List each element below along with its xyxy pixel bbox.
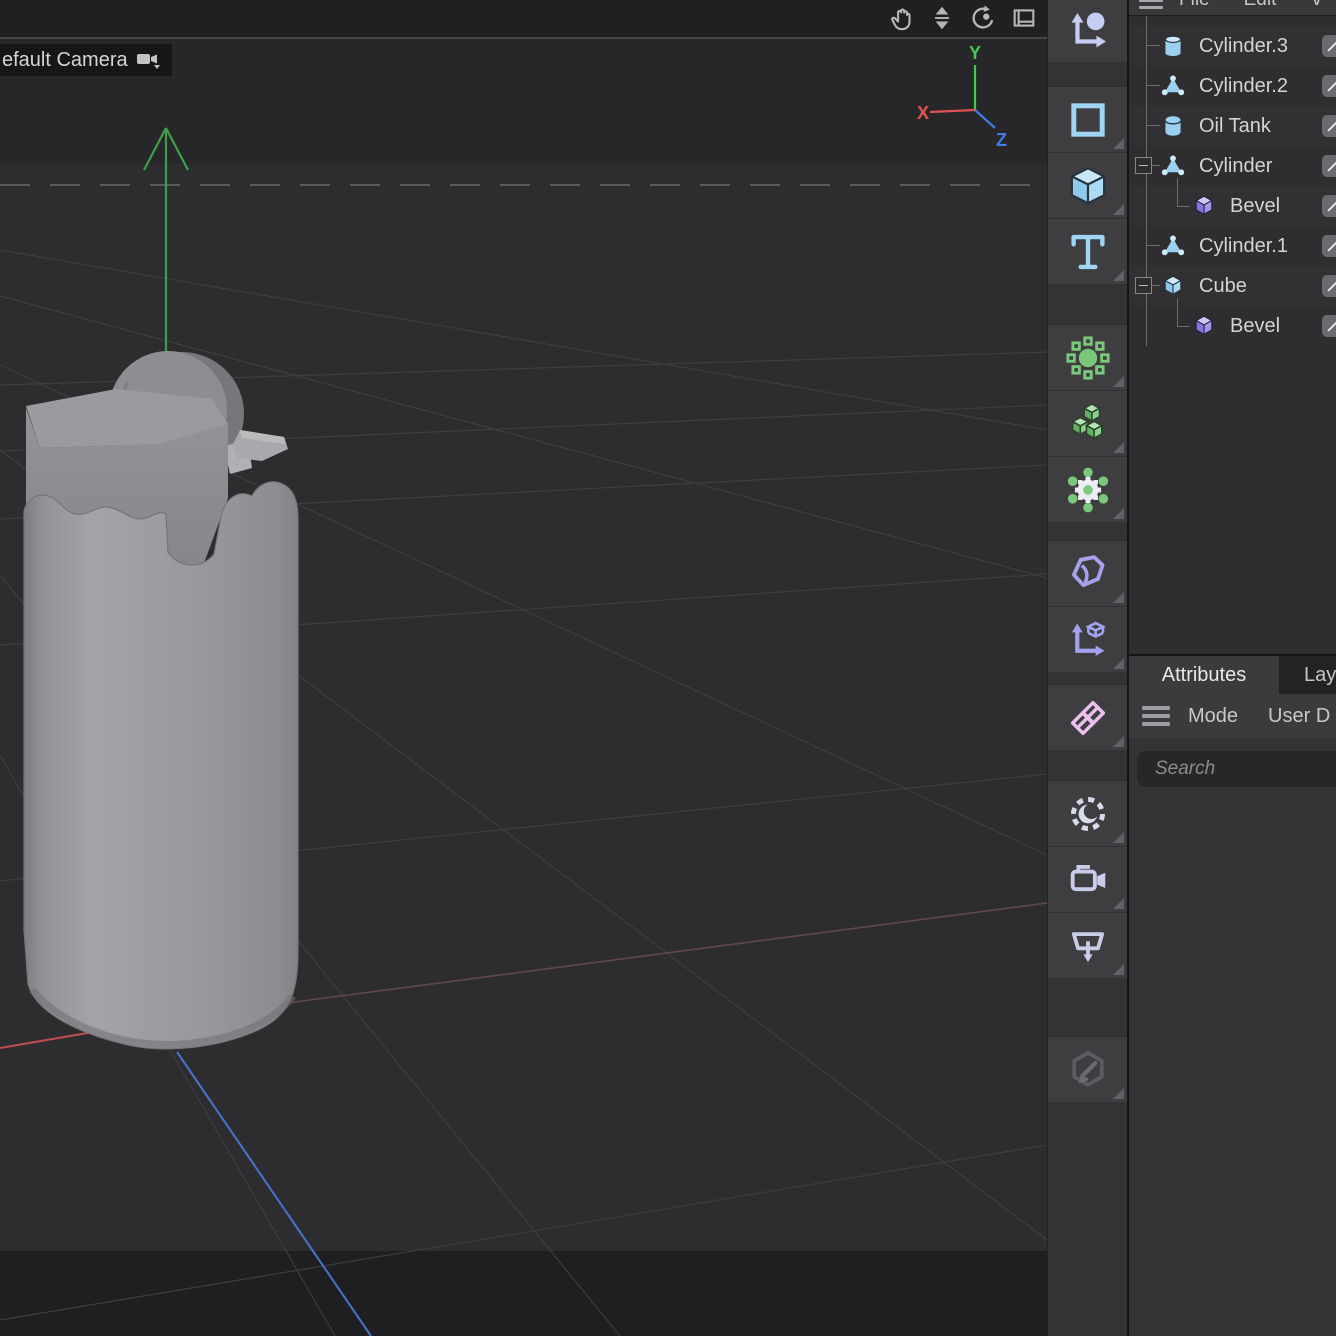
camera-label-text: efault Camera: [2, 49, 128, 72]
move-tool[interactable]: [1048, 0, 1127, 62]
axis-modify-icon: [1065, 617, 1111, 663]
search-input[interactable]: [1137, 751, 1336, 787]
polygon-object-icon: [1160, 73, 1186, 105]
light-object-tool[interactable]: [1048, 780, 1127, 846]
attributes-tab-bar: Attributes Lay: [1129, 656, 1336, 694]
tool-column: [1047, 0, 1127, 1336]
tab-attributes[interactable]: Attributes: [1129, 656, 1279, 694]
object-row-oiltank[interactable]: Oil Tank: [1129, 106, 1336, 146]
active-camera-label[interactable]: efault Camera: [0, 44, 172, 76]
move-tool-icon: [1065, 8, 1111, 54]
application-window: efault Camera Y X Z: [0, 0, 1336, 1336]
text-tool[interactable]: [1048, 218, 1127, 284]
object-row-bevel2[interactable]: Bevel: [1129, 306, 1336, 346]
camera-object-tool[interactable]: [1048, 846, 1127, 912]
collapse-toggle[interactable]: [1135, 157, 1152, 174]
viewport-3d[interactable]: efault Camera Y X Z: [0, 0, 1047, 1336]
annotate-tool[interactable]: [1048, 1036, 1127, 1102]
object-label: Cylinder.2: [1199, 75, 1288, 98]
object-manager-menubar: File Edit V: [1129, 0, 1336, 16]
menu-view[interactable]: V: [1310, 0, 1323, 11]
object-manager-menu-icon[interactable]: [1139, 0, 1163, 9]
object-label: Bevel: [1230, 315, 1280, 338]
object-row-cube[interactable]: Cube: [1129, 266, 1336, 306]
mode-menu[interactable]: Mode: [1188, 705, 1238, 728]
volume-tool[interactable]: [1048, 390, 1127, 456]
layer-toggle[interactable]: [1322, 275, 1336, 297]
lighter-model[interactable]: [24, 351, 298, 1049]
camera-object-icon: [1065, 857, 1111, 903]
layer-toggle[interactable]: [1322, 115, 1336, 137]
rectangle-spline-tool[interactable]: [1048, 86, 1127, 152]
object-label: Cylinder: [1199, 155, 1272, 178]
cylinder-icon: [1160, 33, 1186, 65]
menu-file[interactable]: File: [1179, 0, 1210, 11]
user-data-menu[interactable]: User D: [1268, 705, 1330, 728]
collapse-toggle[interactable]: [1135, 277, 1152, 294]
generator-gear-icon: [1065, 467, 1111, 513]
orbit-rotate-icon[interactable]: [968, 3, 998, 33]
layer-toggle[interactable]: [1322, 75, 1336, 97]
gizmo-x-label: X: [917, 103, 929, 123]
object-row-cylinder1[interactable]: Cylinder.1: [1129, 226, 1336, 266]
deformer-bend-icon: [1065, 551, 1111, 597]
subdivision-surface-icon: [1065, 335, 1111, 381]
generator-tool[interactable]: [1048, 456, 1127, 522]
maximize-view-icon[interactable]: [1009, 3, 1039, 33]
subdivision-surface-tool[interactable]: [1048, 324, 1127, 390]
text-tool-icon: [1065, 229, 1111, 275]
object-label: Bevel: [1230, 195, 1280, 218]
cube-primitive-tool[interactable]: [1048, 152, 1127, 218]
symmetry-tool[interactable]: [1048, 684, 1127, 750]
layer-toggle[interactable]: [1322, 195, 1336, 217]
axis-modify-tool[interactable]: [1048, 606, 1127, 672]
dolly-zoom-icon[interactable]: [927, 3, 957, 33]
object-row-bevel[interactable]: Bevel: [1129, 186, 1336, 226]
attributes-manager: Attributes Lay Mode User D: [1129, 654, 1336, 1336]
body: [24, 482, 298, 1049]
cube-primitive-icon: [1065, 163, 1111, 209]
menu-edit[interactable]: Edit: [1244, 0, 1277, 11]
floor-object-tool[interactable]: [1048, 912, 1127, 978]
gizmo-z-label: Z: [996, 130, 1007, 150]
object-manager-tree: Cylinder.3 Cylinder.2: [1129, 16, 1336, 646]
tab-layers-label: Lay: [1304, 664, 1336, 687]
layer-toggle[interactable]: [1322, 155, 1336, 177]
viewport-header: [0, 0, 1047, 39]
tab-layers[interactable]: Lay: [1281, 656, 1336, 694]
oil-tank-icon: [1160, 113, 1186, 145]
light-object-icon: [1065, 791, 1111, 837]
object-row-cylinder[interactable]: Cylinder: [1129, 146, 1336, 186]
floor-object-icon: [1065, 923, 1111, 969]
tab-attributes-label: Attributes: [1162, 664, 1246, 687]
polygon-object-icon: [1160, 233, 1186, 265]
scene-canvas[interactable]: [0, 0, 1047, 1336]
camera-icon: [136, 50, 162, 70]
axis-gizmo[interactable]: Y X Z: [898, 40, 1038, 155]
attributes-header-row: Mode User D: [1129, 694, 1336, 738]
object-row-cylinder3[interactable]: Cylinder.3: [1129, 26, 1336, 66]
object-label: Oil Tank: [1199, 115, 1271, 138]
right-panel: File Edit V Cylinder.3: [1127, 0, 1336, 1336]
layer-toggle[interactable]: [1322, 235, 1336, 257]
object-row-cylinder2[interactable]: Cylinder.2: [1129, 66, 1336, 106]
annotate-pencil-icon: [1065, 1047, 1111, 1093]
attributes-search-row: [1129, 738, 1336, 787]
object-label: Cylinder.1: [1199, 235, 1288, 258]
object-label: Cylinder.3: [1199, 35, 1288, 58]
bevel-icon: [1191, 313, 1217, 345]
symmetry-icon: [1065, 695, 1111, 741]
volume-cubes-icon: [1065, 401, 1111, 447]
object-label: Cube: [1199, 275, 1247, 298]
bevel-icon: [1191, 193, 1217, 225]
layer-toggle[interactable]: [1322, 35, 1336, 57]
gizmo-y-label: Y: [969, 43, 981, 63]
x-axis-line-far: [287, 903, 1047, 1003]
pan-hand-icon[interactable]: [886, 3, 916, 33]
deformer-tool[interactable]: [1048, 540, 1127, 606]
layer-toggle[interactable]: [1322, 315, 1336, 337]
rectangle-spline-icon: [1065, 97, 1111, 143]
attributes-menu-icon[interactable]: [1142, 706, 1170, 726]
